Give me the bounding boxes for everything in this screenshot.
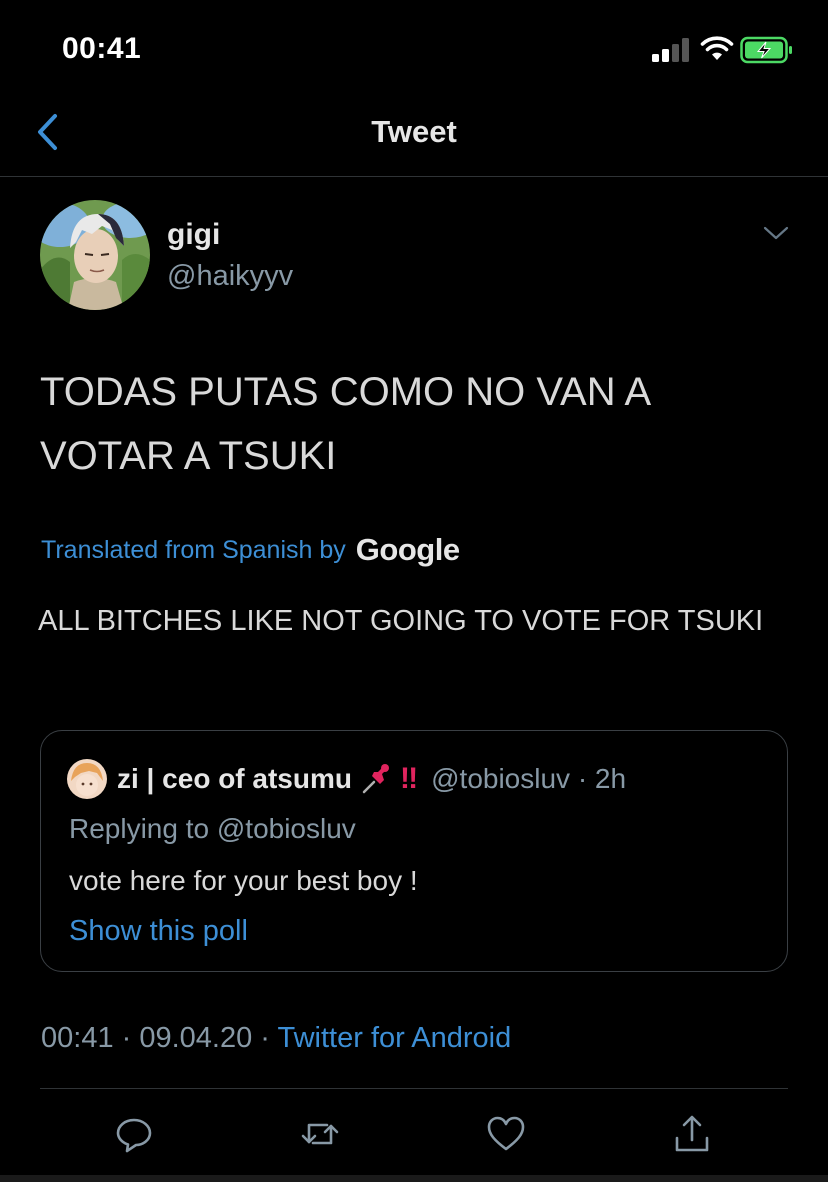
quoted-display-name: zi | ceo of atsumu (117, 763, 352, 794)
tweet-author: gigi @haikyyv (40, 200, 790, 312)
page-title: Tweet (371, 114, 457, 149)
tweet-source-link[interactable]: Twitter for Android (278, 1022, 512, 1054)
author-handle[interactable]: @haikyyv (167, 260, 293, 293)
retweet-icon[interactable] (300, 1114, 340, 1154)
quoted-tweet-header: zi | ceo of atsumu ‼ @tobiosluv · 2h (67, 759, 626, 799)
author-display-name[interactable]: gigi (167, 218, 220, 252)
quoted-avatar (67, 759, 107, 799)
nav-bar: Tweet (0, 100, 828, 177)
tweet-text: TODAS PUTAS COMO NO VAN A VOTAR A TSUKI (40, 370, 650, 478)
tweet-meta: 00:41 · 09.04.20 · Twitter for Android (41, 1022, 511, 1055)
cellular-signal-icon (652, 38, 689, 62)
reply-icon[interactable] (114, 1114, 154, 1154)
battery-charging-icon (740, 36, 792, 64)
status-bar: 00:41 (0, 0, 828, 100)
chevron-down-icon[interactable] (762, 222, 790, 244)
translated-text: ALL BITCHES LIKE NOT GOING TO VOTE FOR T… (38, 605, 764, 637)
meta-separator: · (113, 1022, 140, 1054)
show-poll-link[interactable]: Show this poll (69, 915, 248, 948)
translated-from-link[interactable]: Translated from Spanish by (41, 536, 346, 565)
avatar-image (40, 200, 150, 310)
bottom-edge (0, 1175, 828, 1182)
google-logo: Google (355, 532, 460, 567)
quoted-handle-time: @tobiosluv · 2h (431, 763, 627, 794)
quoted-tweet[interactable]: zi | ceo of atsumu ‼ @tobiosluv · 2h Rep… (40, 730, 788, 972)
replying-to: Replying to @tobiosluv (69, 813, 356, 844)
tweet-date: 09.04.20 (139, 1022, 253, 1054)
avatar[interactable] (40, 200, 150, 310)
tweet-time: 00:41 (41, 1022, 114, 1054)
pushpin-icon (360, 762, 394, 796)
like-icon[interactable] (486, 1114, 526, 1154)
share-icon[interactable] (672, 1114, 712, 1154)
translation-attribution: Translated from Spanish by Google (41, 530, 460, 570)
quoted-text: vote here for your best boy ! (69, 865, 418, 896)
quoted-avatar-image (67, 759, 107, 799)
divider (40, 1088, 788, 1089)
action-bar (0, 1110, 828, 1160)
double-exclamation-emoji: ‼ (399, 762, 418, 795)
wifi-icon (700, 36, 734, 60)
status-time: 00:41 (62, 32, 142, 65)
meta-separator: · (252, 1022, 278, 1054)
